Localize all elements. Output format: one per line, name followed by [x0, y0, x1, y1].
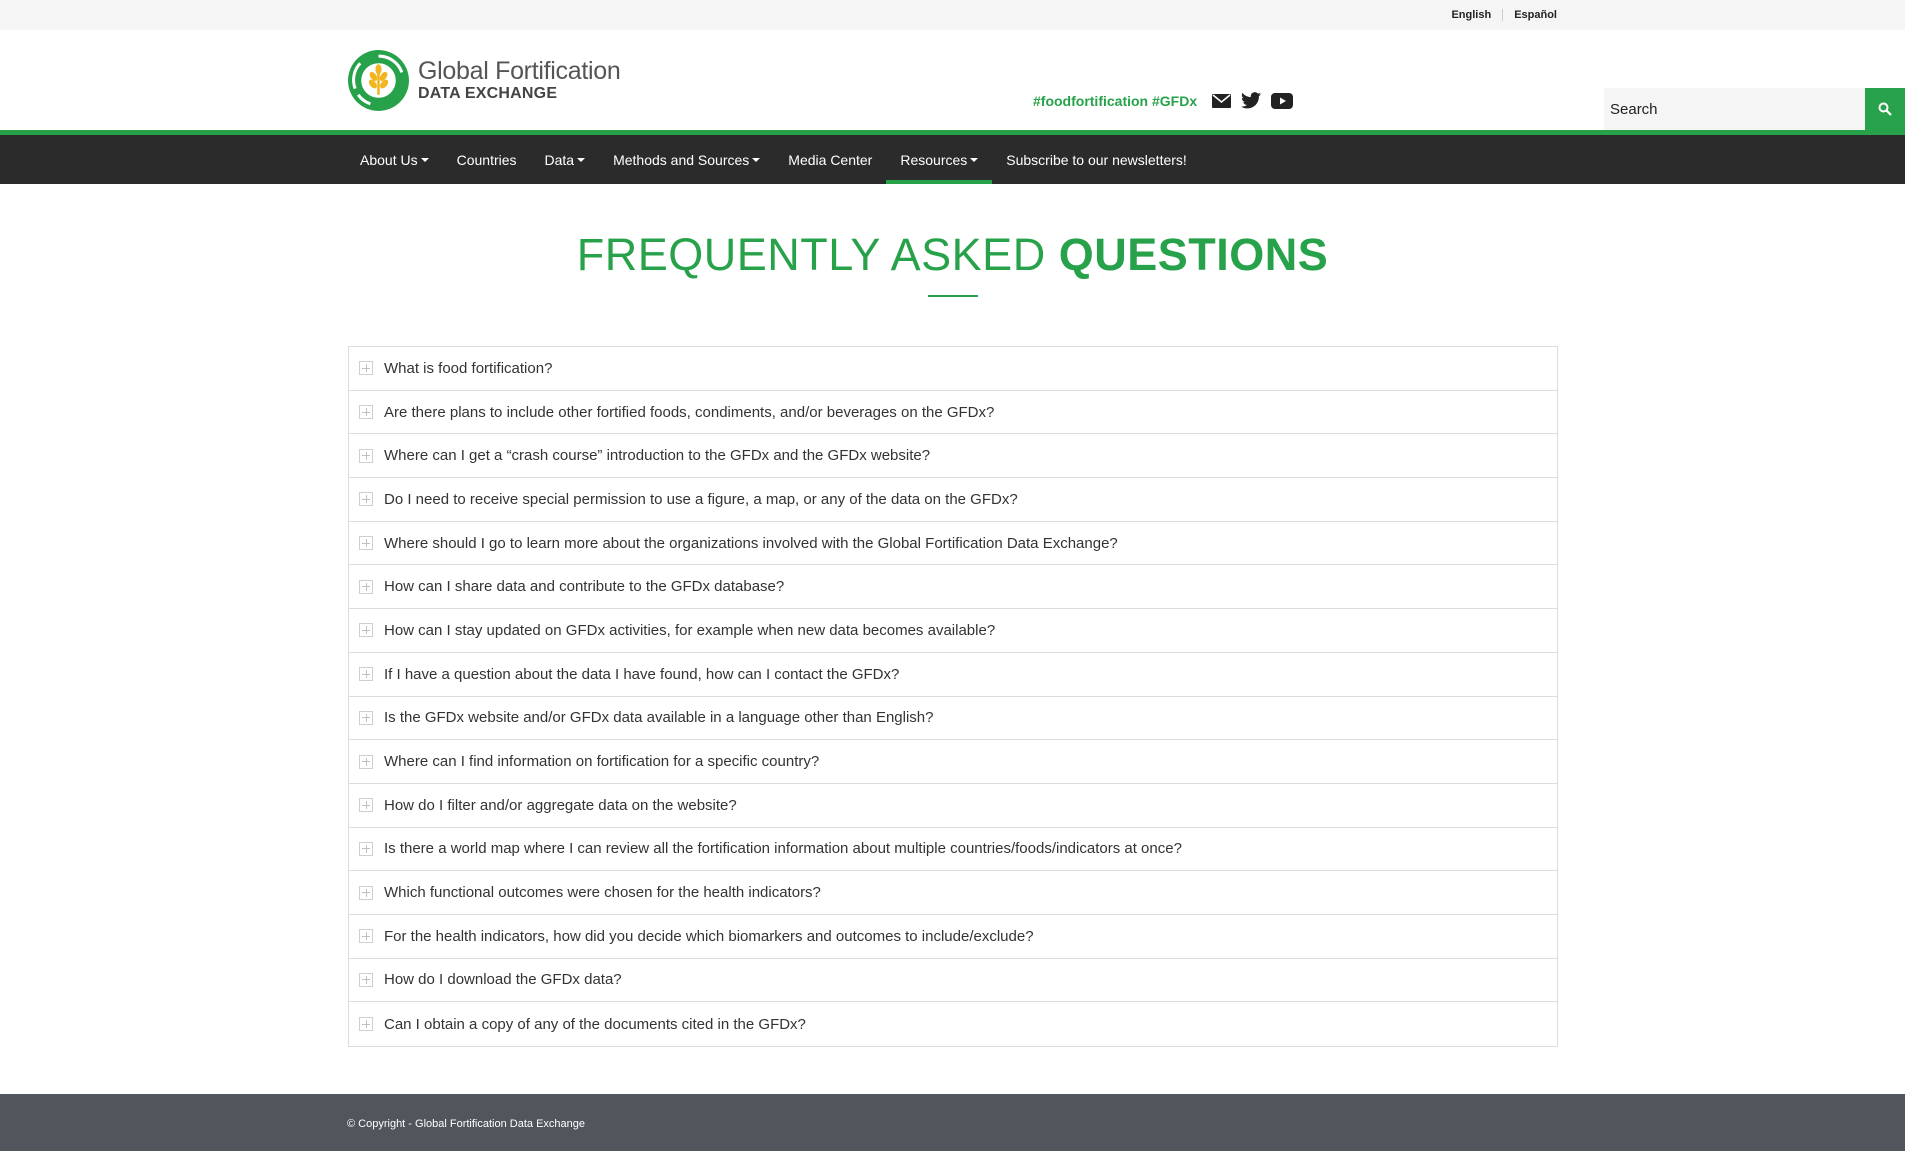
language-spanish-link[interactable]: Español — [1503, 9, 1557, 21]
site-footer: © Copyright - Global Fortification Data … — [0, 1094, 1905, 1151]
expand-plus-icon — [359, 623, 373, 638]
nav-item-methods-and-sources[interactable]: Methods and Sources — [599, 135, 774, 184]
faq-question: If I have a question about the data I ha… — [384, 665, 900, 683]
hashtags-link[interactable]: #foodfortification #GFDx — [1033, 93, 1197, 109]
expand-plus-icon — [359, 885, 373, 900]
faq-question: How can I share data and contribute to t… — [384, 578, 785, 596]
expand-plus-icon — [359, 841, 373, 856]
expand-plus-icon — [359, 1017, 373, 1032]
faq-question: Do I need to receive special permission … — [384, 490, 1018, 508]
caret-down-icon — [752, 157, 761, 162]
search-form — [1604, 88, 1905, 130]
faq-item[interactable]: What is food fortification? — [349, 347, 1557, 391]
expand-plus-icon — [359, 710, 373, 725]
nav-item-countries[interactable]: Countries — [443, 135, 531, 184]
faq-item[interactable]: Is there a world map where I can review … — [349, 828, 1557, 872]
caret-down-icon — [577, 157, 586, 162]
expand-plus-icon — [359, 448, 373, 463]
faq-question: For the health indicators, how did you d… — [384, 927, 1034, 945]
search-icon — [1878, 102, 1892, 116]
nav-item-label: Subscribe to our newsletters! — [1006, 151, 1187, 168]
faq-item[interactable]: How can I stay updated on GFDx activitie… — [349, 609, 1557, 653]
expand-plus-icon — [359, 929, 373, 944]
youtube-icon[interactable] — [1271, 92, 1294, 109]
page-title-bold: QUESTIONS — [1058, 229, 1329, 280]
expand-plus-icon — [359, 492, 373, 507]
faq-question: What is food fortification? — [384, 359, 553, 377]
site-logo[interactable]: Global Fortification DATA EXCHANGE — [346, 48, 621, 113]
faq-accordion: What is food fortification? Are there pl… — [348, 346, 1558, 1047]
search-input[interactable] — [1604, 88, 1865, 130]
logo-title: Global Fortification — [418, 57, 621, 85]
expand-plus-icon — [359, 361, 373, 376]
faq-question: Where should I go to learn more about th… — [384, 534, 1118, 552]
logo-text: Global Fortification DATA EXCHANGE — [418, 57, 621, 102]
faq-question: How can I stay updated on GFDx activitie… — [384, 621, 996, 639]
faq-question: Where can I get a “crash course” introdu… — [384, 447, 931, 465]
faq-item[interactable]: Where should I go to learn more about th… — [349, 522, 1557, 566]
faq-question: How do I filter and/or aggregate data on… — [384, 796, 737, 814]
faq-question: Is the GFDx website and/or GFDx data ava… — [384, 709, 934, 727]
twitter-icon[interactable] — [1241, 92, 1262, 109]
faq-question: Which functional outcomes were chosen fo… — [384, 884, 821, 902]
faq-item[interactable]: Where can I get a “crash course” introdu… — [349, 434, 1557, 479]
faq-question: Is there a world map where I can review … — [384, 840, 1182, 858]
faq-item[interactable]: Where can I find information on fortific… — [349, 740, 1557, 784]
faq-item[interactable]: How do I download the GFDx data? — [349, 959, 1557, 1003]
logo-emblem-icon — [348, 50, 409, 111]
caret-down-icon — [420, 157, 429, 162]
expand-plus-icon — [359, 536, 373, 551]
language-english-link[interactable]: English — [1440, 9, 1502, 21]
faq-question: Can I obtain a copy of any of the docume… — [384, 1015, 806, 1033]
nav-item-label: Countries — [456, 151, 517, 168]
nav-item-label: Resources — [900, 151, 968, 168]
nav-item-label: Media Center — [788, 151, 873, 168]
nav-item-data[interactable]: Data — [531, 135, 600, 184]
nav-item-resources[interactable]: Resources — [886, 135, 993, 184]
faq-item[interactable]: Is the GFDx website and/or GFDx data ava… — [349, 697, 1557, 741]
nav-item-label: Methods and Sources — [613, 151, 750, 168]
copyright-text: © Copyright - Global Fortification Data … — [347, 1118, 585, 1130]
expand-plus-icon — [359, 754, 373, 769]
main-nav: About Us Countries Data Methods and Sour… — [0, 135, 1905, 184]
faq-item[interactable]: Are there plans to include other fortifi… — [349, 391, 1557, 435]
expand-plus-icon — [359, 579, 373, 594]
nav-item-label: Data — [544, 151, 575, 168]
faq-item[interactable]: Can I obtain a copy of any of the docume… — [349, 1002, 1557, 1046]
logo-subtitle: DATA EXCHANGE — [418, 85, 558, 102]
title-underline — [927, 295, 978, 297]
nav-item-media-center[interactable]: Media Center — [774, 135, 886, 184]
faq-item[interactable]: How can I share data and contribute to t… — [349, 565, 1557, 610]
expand-plus-icon — [359, 972, 373, 987]
faq-item[interactable]: Which functional outcomes were chosen fo… — [349, 871, 1557, 915]
social-links: #foodfortification #GFDx — [1033, 92, 1303, 109]
faq-item[interactable]: For the health indicators, how did you d… — [349, 915, 1557, 959]
faq-question: Where can I find information on fortific… — [384, 753, 820, 771]
expand-plus-icon — [359, 405, 373, 420]
faq-item[interactable]: Do I need to receive special permission … — [349, 478, 1557, 522]
faq-item[interactable]: If I have a question about the data I ha… — [349, 653, 1557, 697]
nav-item-about-us[interactable]: About Us — [346, 135, 443, 184]
language-switcher: English Español — [1440, 0, 1557, 30]
page-title-light: FREQUENTLY ASKED — [576, 229, 1046, 280]
page-title: FREQUENTLY ASKED QUESTIONS — [0, 232, 1905, 277]
faq-item[interactable]: How do I filter and/or aggregate data on… — [349, 784, 1557, 828]
search-button[interactable] — [1865, 88, 1905, 130]
nav-item-subscribe[interactable]: Subscribe to our newsletters! — [992, 135, 1201, 184]
faq-question: How do I download the GFDx data? — [384, 971, 622, 989]
caret-down-icon — [970, 157, 979, 162]
email-icon[interactable] — [1212, 93, 1232, 108]
expand-plus-icon — [359, 798, 373, 813]
faq-question: Are there plans to include other fortifi… — [384, 403, 995, 421]
language-bar: English Español — [0, 0, 1905, 30]
expand-plus-icon — [359, 667, 373, 682]
nav-item-label: About Us — [360, 151, 418, 168]
site-header: Global Fortification DATA EXCHANGE #food… — [0, 30, 1905, 130]
